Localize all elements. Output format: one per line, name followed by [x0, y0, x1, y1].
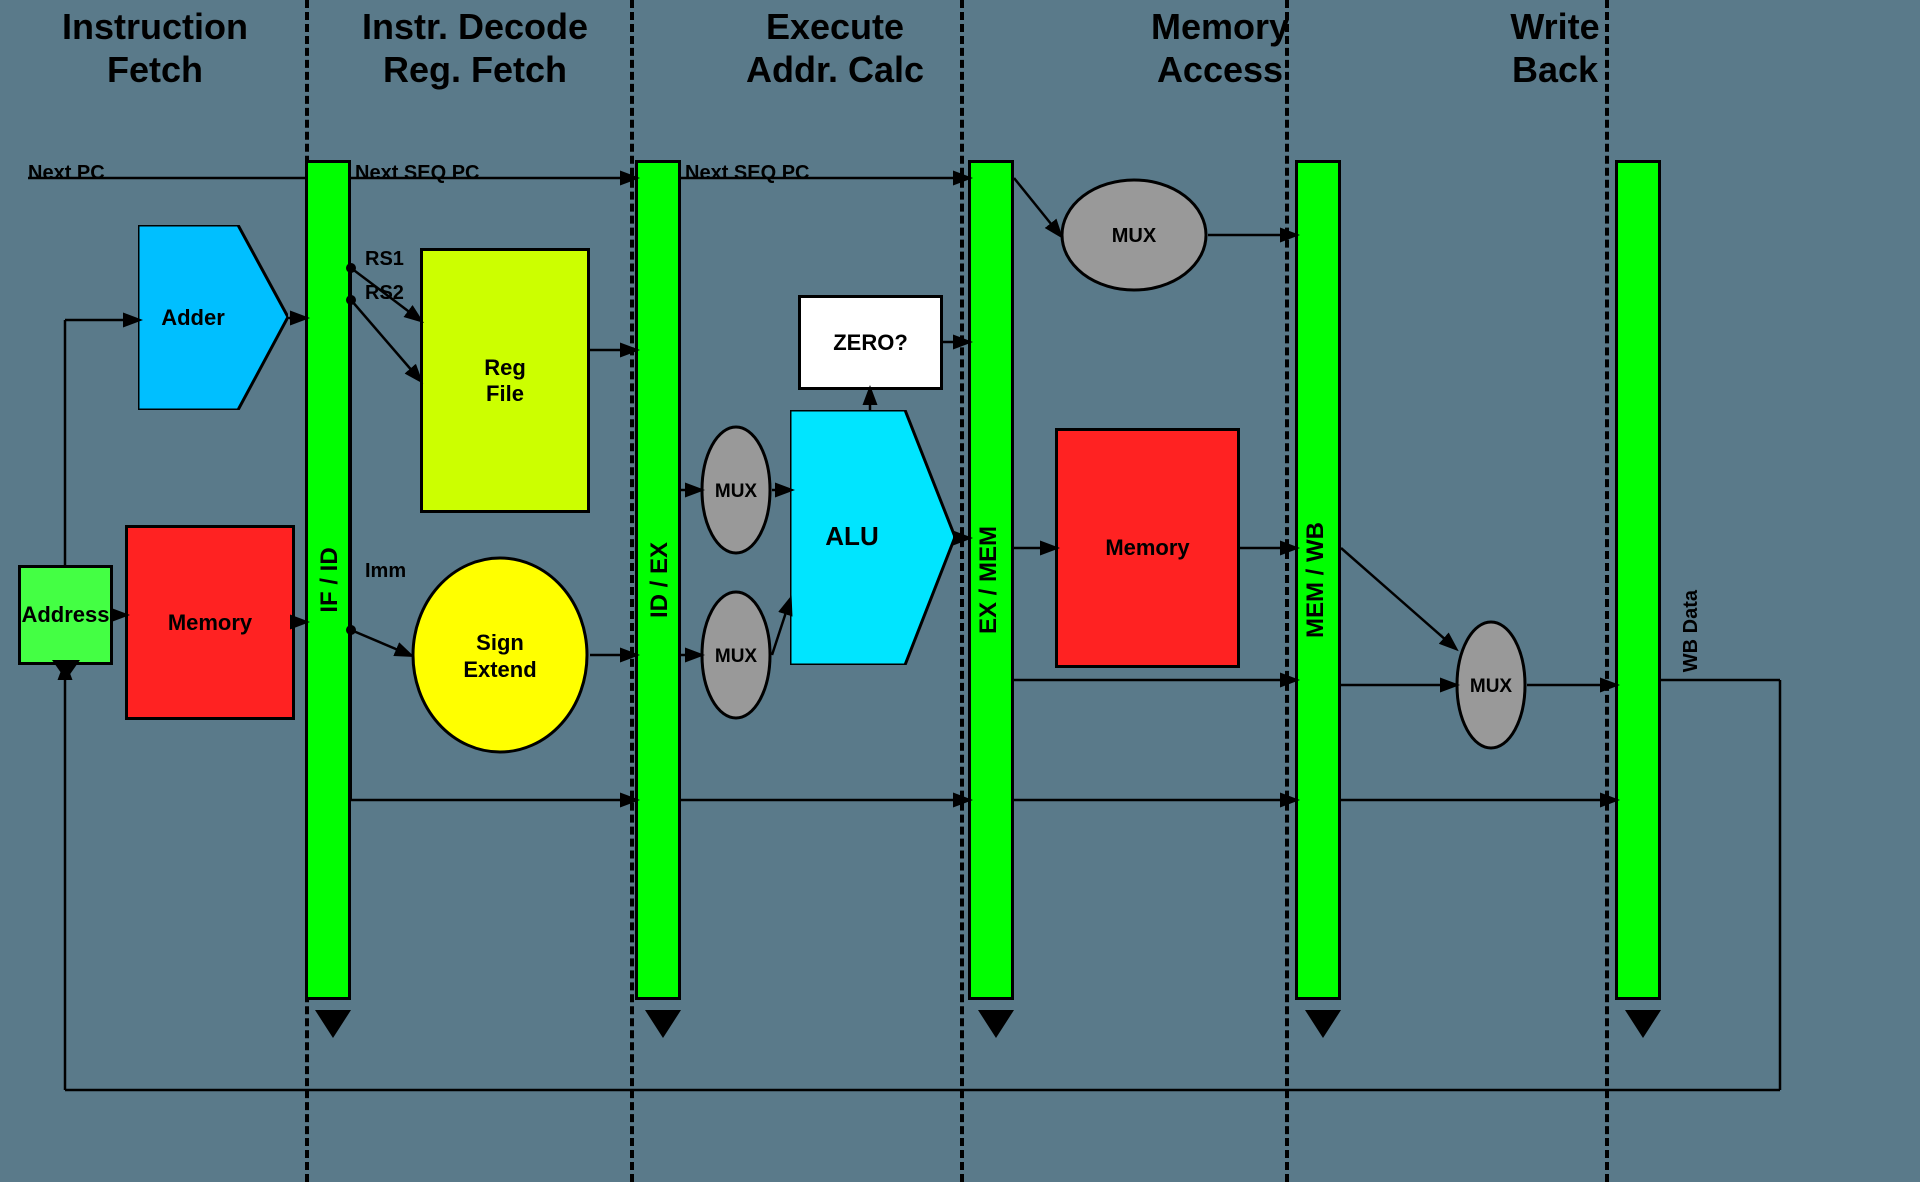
svg-text:MUX: MUX: [1112, 225, 1157, 247]
stage-write-back: WriteBack: [1400, 5, 1710, 91]
divider-5: [1605, 0, 1609, 1182]
pipeline-reg-ifid: IF / ID: [305, 160, 351, 1000]
wb-data-label: WB Data: [1680, 590, 1703, 672]
idex-label: ID / EX: [646, 542, 674, 618]
svg-text:Sign: Sign: [476, 630, 524, 655]
memwb-label: MEM / WB: [1302, 522, 1330, 638]
divider-3: [960, 0, 964, 1182]
divider-2: [630, 0, 634, 1182]
sign-extend-unit: Sign Extend: [410, 555, 590, 755]
idex-arrow: [645, 1010, 681, 1038]
memwb-arrow: [1305, 1010, 1341, 1038]
exmem-label: EX / MEM: [975, 526, 1003, 634]
stage-instruction-fetch: InstructionFetch: [10, 5, 300, 91]
svg-text:MUX: MUX: [715, 646, 758, 667]
wb-arrow: [1625, 1010, 1661, 1038]
divider-4: [1285, 0, 1289, 1182]
address-unit: Address: [18, 565, 113, 665]
adder-unit: Adder: [138, 225, 288, 410]
mux-id-upper: MUX: [700, 425, 772, 555]
svg-text:MUX: MUX: [1470, 676, 1513, 697]
reg-file-unit: Reg File: [420, 248, 590, 513]
mux-pc: MUX: [1060, 178, 1208, 293]
next-pc-label: Next PC: [28, 162, 105, 185]
stage-instr-decode: Instr. DecodeReg. Fetch: [310, 5, 640, 91]
stage-execute: ExecuteAddr. Calc: [640, 5, 1030, 91]
stage-memory-access: MemoryAccess: [1050, 5, 1390, 91]
zero-unit: ZERO?: [798, 295, 943, 390]
ifid-arrow: [315, 1010, 351, 1038]
exmem-arrow: [978, 1010, 1014, 1038]
pipeline-reg-exmem: EX / MEM: [968, 160, 1014, 1000]
svg-text:Extend: Extend: [463, 657, 536, 682]
ifid-label: IF / ID: [316, 547, 344, 612]
pipeline-reg-idex: ID / EX: [635, 160, 681, 1000]
mem-memory-unit: Memory: [1055, 428, 1240, 668]
svg-text:ALU: ALU: [825, 521, 878, 551]
svg-text:Adder: Adder: [161, 305, 225, 330]
next-seq-pc-1-label: Next SEQ PC: [355, 162, 479, 185]
next-seq-pc-2-label: Next SEQ PC: [685, 162, 809, 185]
rs2-label: RS2: [365, 282, 404, 305]
pipeline-reg-memwb: MEM / WB: [1295, 160, 1341, 1000]
if-memory-unit: Memory: [125, 525, 295, 720]
alu-unit: ALU: [790, 410, 955, 665]
imm-label: Imm: [365, 560, 406, 583]
svg-text:MUX: MUX: [715, 481, 758, 502]
rs1-label: RS1: [365, 248, 404, 271]
mux-id-lower: MUX: [700, 590, 772, 720]
mux-wb: MUX: [1455, 620, 1527, 750]
pipeline-reg-wb-out: [1615, 160, 1661, 1000]
